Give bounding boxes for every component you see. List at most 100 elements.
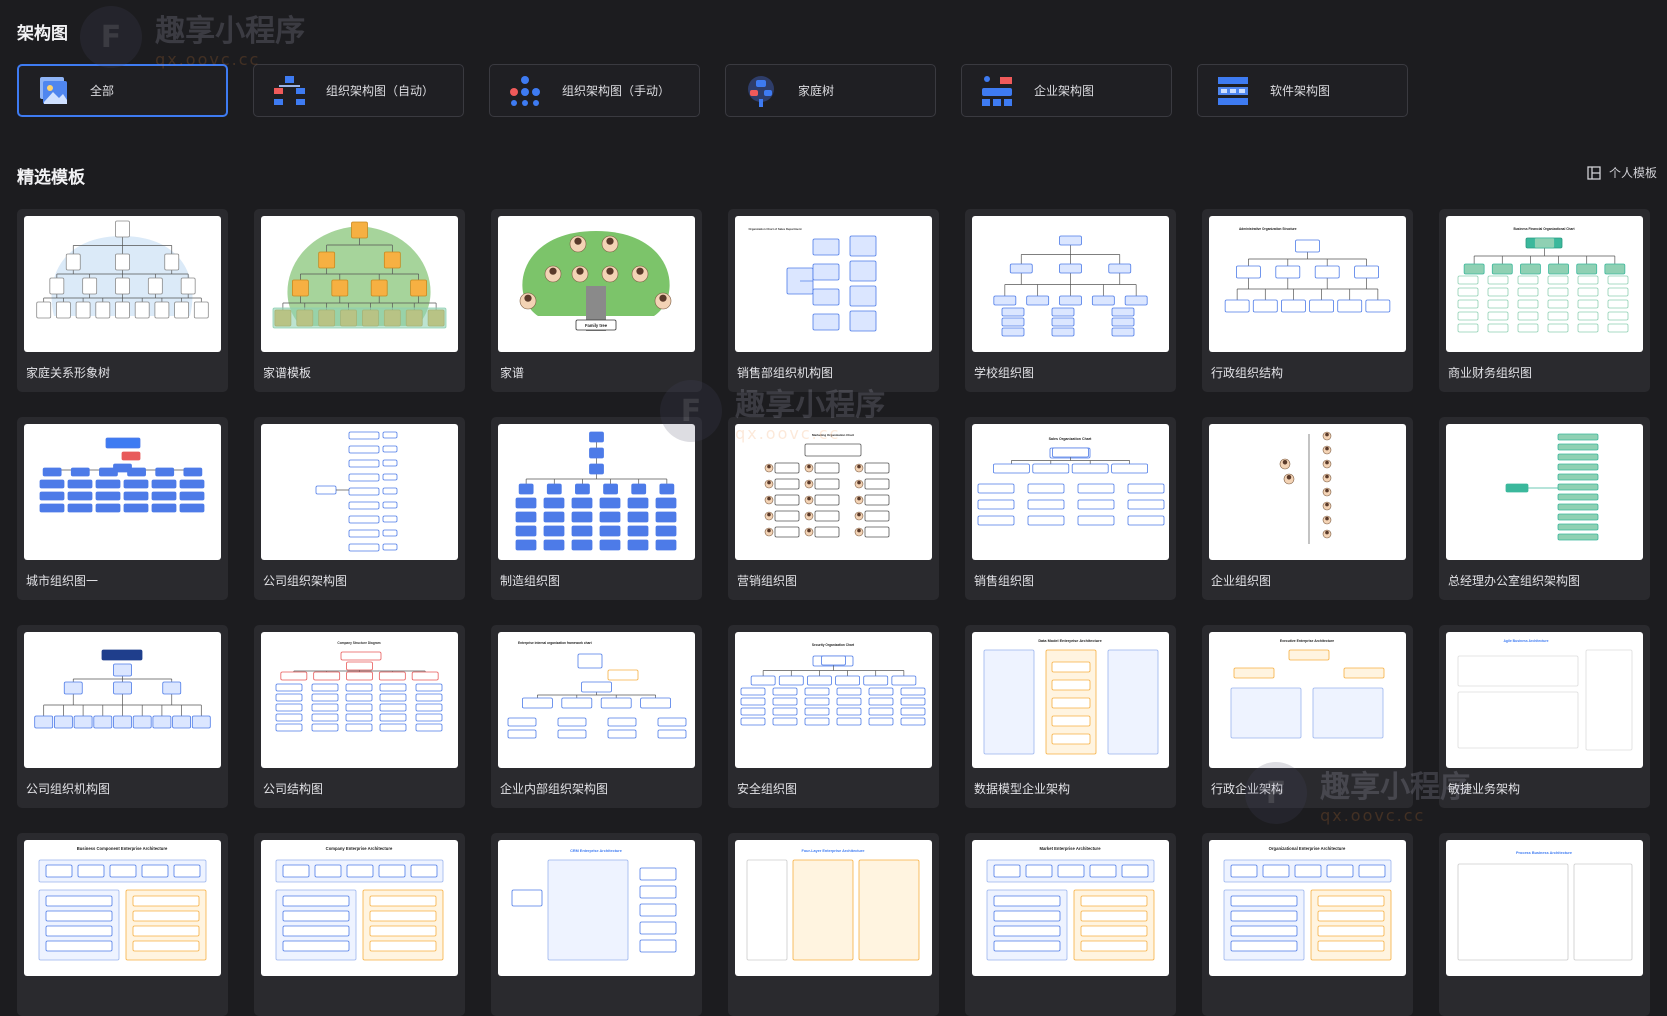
thumb-caption: Company Structure Diagram <box>337 641 380 645</box>
template-card[interactable]: Market Enterprise Architecture <box>965 833 1176 1016</box>
template-card[interactable]: 公司组织架构图 <box>254 417 465 600</box>
template-preview <box>36 220 209 319</box>
thumb-caption: Process Business Architecture <box>1516 851 1572 855</box>
category-tab-label: 组织架构图（手动） <box>562 84 671 98</box>
template-name: 制造组织图 <box>500 574 561 588</box>
template-preview: Administrative Organization Structure <box>1224 227 1391 313</box>
category-tab-5[interactable]: 软件架构图 <box>1197 64 1408 117</box>
template-card[interactable]: Sales Organization Chart 销售组织图 <box>965 417 1176 600</box>
network-icon <box>510 75 540 106</box>
template-thumbnail <box>498 424 695 560</box>
template-card[interactable]: CRM Enterprise Architecture <box>491 833 702 1016</box>
thumb-caption: Family tree <box>585 323 608 328</box>
thumb-caption: Agile Business Architecture <box>1503 639 1548 643</box>
category-tab-1[interactable]: 组织架构图（自动） <box>253 64 464 117</box>
template-thumbnail: Company Enterprise Architecture <box>261 840 458 976</box>
category-tab-label: 企业架构图 <box>1034 84 1095 98</box>
category-tab-label: 家庭树 <box>798 84 835 98</box>
template-name: 公司组织架构图 <box>263 574 348 588</box>
template-card[interactable]: Data Model Enterprise Architecture 数据模型企业… <box>965 625 1176 808</box>
category-tab-2[interactable]: 组织架构图（手动） <box>489 64 700 117</box>
template-card[interactable]: 学校组织图 <box>965 209 1176 392</box>
template-thumbnail: Process Business Architecture <box>1446 840 1643 976</box>
template-thumbnail <box>261 216 458 352</box>
template-preview: Family tree <box>519 231 672 331</box>
template-card[interactable]: Executive Enterprise Architecture 行政企业架构 <box>1202 625 1413 808</box>
thumb-caption: Market Enterprise Architecture <box>1039 846 1101 851</box>
template-card[interactable]: Organization Chart of Sales Department 销售… <box>728 209 939 392</box>
template-name: 行政组织结构 <box>1211 366 1284 380</box>
category-tab-label: 软件架构图 <box>1270 84 1331 98</box>
template-thumbnail: Security Organization Chart <box>735 632 932 768</box>
template-card[interactable]: 城市组织图一 <box>17 417 228 600</box>
category-tab-0[interactable]: 全部 <box>17 64 228 117</box>
watermark-line1: 趣享小程序 <box>155 14 306 49</box>
template-card[interactable]: 公司组织机构图 <box>17 625 228 808</box>
thumb-caption: Company Enterprise Architecture <box>326 846 393 851</box>
template-card[interactable]: Company Enterprise Architecture <box>254 833 465 1016</box>
template-thumbnail: Enterprise internal organization framewo… <box>498 632 695 768</box>
template-card[interactable]: Company Structure Diagram 公司结构图 <box>254 625 465 808</box>
template-name: 数据模型企业架构 <box>974 782 1071 796</box>
template-card[interactable]: 总经理办公室组织架构图 <box>1439 417 1650 600</box>
template-card[interactable]: Marketing Organization Chart 营销组织图 <box>728 417 939 600</box>
template-name: 安全组织图 <box>737 782 798 796</box>
section-title: 架构图 <box>17 24 68 44</box>
thumb-caption: Business Component Enterprise Architectu… <box>77 846 168 851</box>
template-name: 销售组织图 <box>974 574 1035 588</box>
thumb-caption: Business Financial Organizational Chart <box>1513 227 1575 231</box>
category-tab-3[interactable]: 家庭树 <box>725 64 936 117</box>
template-card[interactable]: Family tree 家谱 <box>491 209 702 392</box>
watermark-logo: F <box>80 6 142 68</box>
template-preview <box>1505 433 1599 541</box>
template-name: 企业组织图 <box>1211 574 1272 588</box>
template-card[interactable]: Administrative Organization Structure 行政组… <box>1202 209 1413 392</box>
template-thumbnail <box>972 216 1169 352</box>
template-card[interactable]: Business Component Enterprise Architectu… <box>17 833 228 1016</box>
template-thumbnail: Sales Organization Chart <box>972 424 1169 560</box>
template-card[interactable]: Process Business Architecture <box>1439 833 1650 1016</box>
template-name: 商业财务组织图 <box>1448 366 1533 380</box>
thumb-caption: Executive Enterprise Architecture <box>1280 639 1334 643</box>
template-preview: Market Enterprise Architecture <box>986 846 1155 961</box>
template-thumbnail <box>261 424 458 560</box>
template-card[interactable]: 家庭关系形象树 <box>17 209 228 392</box>
template-name: 家谱 <box>500 366 525 380</box>
template-thumbnail: Business Component Enterprise Architectu… <box>24 840 221 976</box>
template-preview: Business Component Enterprise Architectu… <box>38 846 207 961</box>
template-preview: Organization Chart of Sales Department <box>749 227 877 332</box>
template-preview: Agile Business Architecture <box>1457 639 1633 751</box>
template-thumbnail: Market Enterprise Architecture <box>972 840 1169 976</box>
template-preview: Security Organization Chart <box>740 643 926 726</box>
template-preview: Data Model Enterprise Architecture <box>983 639 1159 755</box>
personal-templates-button[interactable]: 个人模板 <box>1587 164 1657 181</box>
template-name: 家谱模板 <box>263 366 312 380</box>
template-card[interactable]: Business Financial Organizational Chart 商… <box>1439 209 1650 392</box>
template-name: 学校组织图 <box>974 366 1035 380</box>
template-preview: Organizational Enterprise Architecture <box>1223 846 1392 961</box>
template-thumbnail <box>1209 424 1406 560</box>
thumb-caption: Marketing Organization Chart <box>812 433 854 437</box>
template-preview <box>34 649 211 729</box>
template-thumbnail: Organization Chart of Sales Department <box>735 216 932 352</box>
image-stack-icon <box>40 76 67 104</box>
template-card[interactable]: 制造组织图 <box>491 417 702 600</box>
template-grid: 家庭关系形象树 家谱模板 Family tree 家谱 Organization Cha… <box>17 209 1650 1016</box>
template-card[interactable]: Agile Business Architecture 敏捷业务架构 <box>1439 625 1650 808</box>
software-layers-icon <box>1218 76 1248 105</box>
template-card[interactable]: 企业组织图 <box>1202 417 1413 600</box>
template-thumbnail: Business Financial Organizational Chart <box>1446 216 1643 352</box>
thumb-caption: CRM Enterprise Architecture <box>570 849 622 853</box>
template-thumbnail: Executive Enterprise Architecture <box>1209 632 1406 768</box>
category-tab-4[interactable]: 企业架构图 <box>961 64 1172 117</box>
template-card[interactable]: Enterprise internal organization framewo… <box>491 625 702 808</box>
template-thumbnail: Family tree <box>498 216 695 352</box>
template-preview <box>993 235 1148 337</box>
template-card[interactable]: Security Organization Chart 安全组织图 <box>728 625 939 808</box>
template-card[interactable]: Organizational Enterprise Architecture <box>1202 833 1413 1016</box>
template-thumbnail <box>24 216 221 352</box>
template-preview: CRM Enterprise Architecture <box>511 849 677 961</box>
template-card[interactable]: Four-Layer Enterprise Architecture <box>728 833 939 1016</box>
template-preview: Business Financial Organizational Chart <box>1457 227 1629 333</box>
template-card[interactable]: 家谱模板 <box>254 209 465 392</box>
